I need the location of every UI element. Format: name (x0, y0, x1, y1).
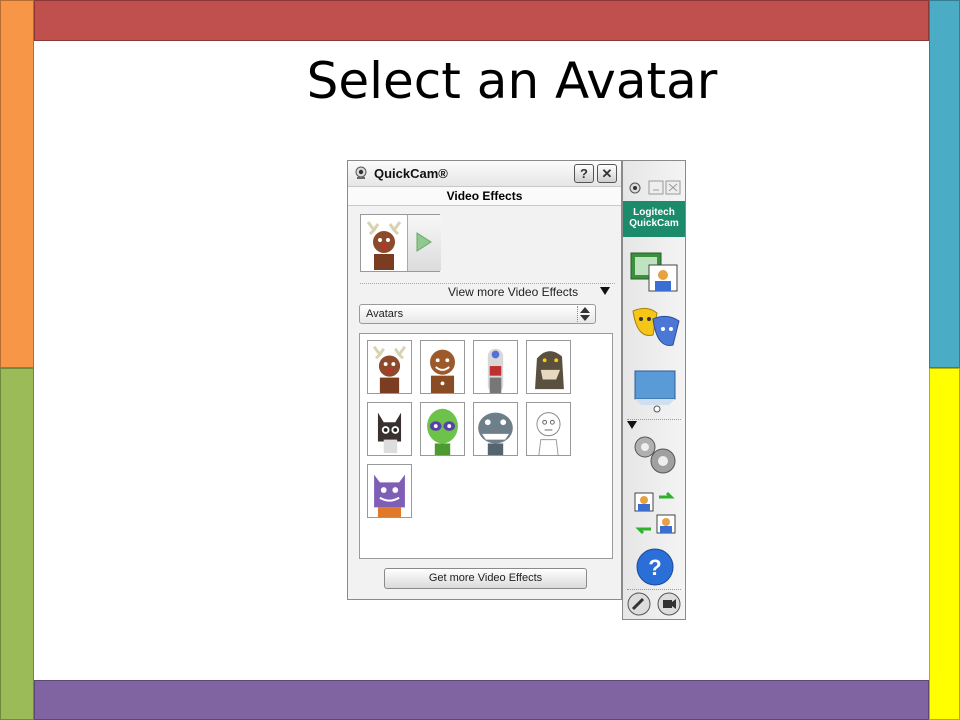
launcher-divider (627, 419, 681, 420)
tools-icon[interactable] (625, 591, 653, 617)
help-button[interactable]: ? (574, 164, 594, 183)
help-icon[interactable]: ? (629, 543, 681, 591)
effect-preview[interactable] (360, 214, 441, 272)
settings-icon[interactable] (629, 431, 681, 479)
slide-top-bar (34, 0, 929, 41)
logitech-brand: Logitech QuickCam (623, 201, 685, 237)
gingerbread-avatar[interactable] (420, 340, 465, 394)
brand-line-2: QuickCam (629, 218, 679, 229)
svg-text:?: ? (648, 555, 661, 580)
screen-icon[interactable] (629, 365, 681, 413)
window-title: QuickCam® (374, 166, 448, 181)
get-more-effects-button[interactable]: Get more Video Effects (384, 568, 587, 589)
window-titlebar[interactable]: QuickCam® ? ✕ (348, 161, 621, 187)
view-more-link[interactable]: View more Video Effects (448, 285, 578, 299)
spinner-arrows-icon (577, 306, 590, 322)
section-title: Video Effects (348, 187, 621, 206)
divider (360, 283, 615, 284)
webcam-icon (355, 166, 367, 179)
launcher-window-controls (629, 180, 681, 195)
avatar-grid (359, 333, 613, 559)
close-button[interactable]: ✕ (597, 164, 617, 183)
video-effects-icon[interactable] (629, 305, 681, 353)
brand-line-1: Logitech (633, 207, 675, 218)
collapse-arrow-icon[interactable] (627, 421, 637, 429)
shark-avatar[interactable] (473, 402, 518, 456)
select-value: Avatars (366, 308, 404, 320)
slide-title: Select an Avatar (306, 52, 718, 110)
effects-category-select[interactable]: Avatars (359, 304, 596, 324)
sock-puppet-avatar[interactable] (473, 340, 518, 394)
monster-avatar[interactable] (367, 464, 412, 518)
expand-arrow-icon[interactable] (600, 287, 610, 295)
launcher-divider-bottom (627, 589, 681, 590)
slide-right-bottom-bar (929, 368, 960, 720)
video-call-icon[interactable] (629, 489, 681, 537)
quickcam-launcher-bar: Logitech QuickCam ? (622, 160, 686, 620)
quickcam-window: QuickCam® ? ✕ Video Effects View more Vi… (347, 160, 622, 600)
reindeer-avatar[interactable] (367, 340, 412, 394)
slide-bottom-bar (34, 680, 929, 720)
camera-icon[interactable] (655, 591, 683, 617)
slide-left-bottom-bar (0, 368, 34, 720)
cat-avatar[interactable] (367, 402, 412, 456)
dinosaur-avatar[interactable] (526, 340, 571, 394)
sketch-avatar[interactable] (526, 402, 571, 456)
play-icon (416, 232, 432, 252)
play-button[interactable] (407, 215, 441, 271)
reindeer-preview-icon (362, 216, 406, 270)
alien-avatar[interactable] (420, 402, 465, 456)
capture-icon[interactable] (629, 247, 681, 295)
